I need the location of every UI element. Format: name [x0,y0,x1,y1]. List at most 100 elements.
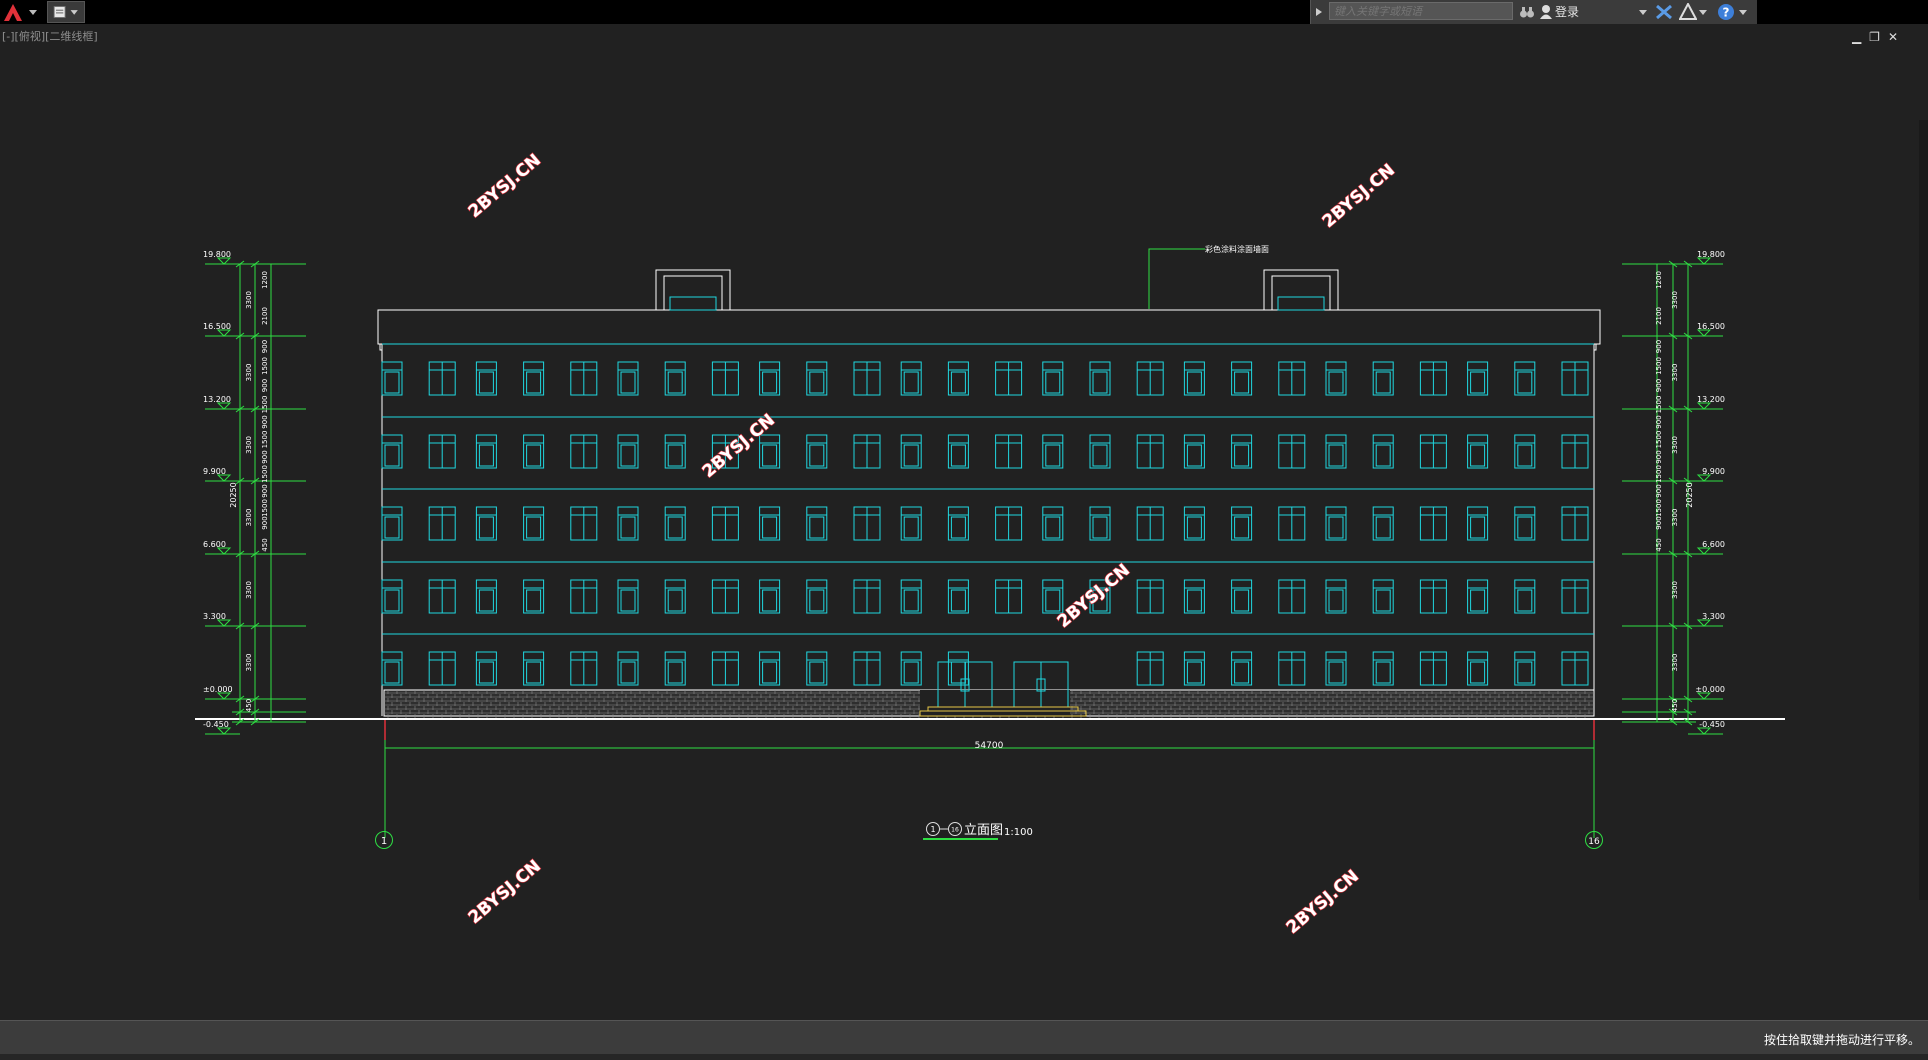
detail-dim: 900 [1655,340,1663,353]
window [1278,579,1306,614]
chevron-down-icon[interactable] [1639,10,1647,16]
window [806,506,828,541]
window [1183,434,1205,469]
detail-dim: 900 [1655,484,1663,497]
detail-dim: 1500 [1655,499,1663,517]
detail-dim: 900 [261,379,269,392]
window [1419,579,1447,614]
detail-dim: 1500 [1655,431,1663,449]
drawing-canvas[interactable]: 彩色涂料涂面墙面 19.800 16.500 13.200 9.900 6.600 3.3… [0,24,1928,1020]
window [1042,579,1064,614]
watermark-text: 2BYSJ.CN [699,410,779,482]
detail-dim: 900 [261,516,269,529]
window [381,579,403,614]
corner-left [379,343,383,351]
window [806,434,828,469]
window [759,434,781,469]
window [759,651,781,686]
bottom-strip [0,1054,1928,1060]
window [1467,434,1489,469]
window [428,434,456,469]
elevation-label: 19.800 [1697,250,1725,259]
detail-dim: 2100 [261,307,269,325]
chevron-down-icon[interactable] [1739,10,1747,16]
elevation-label: 6.600 [1702,540,1725,549]
login-label[interactable]: 登录 [1555,3,1579,20]
quick-access-file-icon[interactable] [47,1,85,23]
window [1561,506,1589,541]
window [1136,361,1164,396]
window [1231,579,1253,614]
total-height-dim: 20250 [229,482,238,507]
binoculars-icon[interactable] [1519,4,1535,20]
window [806,579,828,614]
window [617,361,639,396]
window [475,651,497,686]
window [381,506,403,541]
elevation-drawing: 彩色涂料涂面墙面 [195,244,1785,720]
title-axis-start: 1 [930,825,935,834]
expand-arrow-icon[interactable] [1315,7,1323,17]
window [1136,506,1164,541]
window [759,579,781,614]
window [1419,434,1447,469]
window [1561,651,1589,686]
window [664,651,686,686]
detail-dim: 1500 [1655,357,1663,375]
window [1278,651,1306,686]
detail-dim: 900 [261,484,269,497]
elevation-label: 16.500 [203,322,231,331]
window [1089,361,1111,396]
window [664,434,686,469]
leader-line [1148,248,1205,309]
chevron-down-icon[interactable] [1699,10,1707,16]
drawing-title: 1 16 立面图 1:100 [923,822,1033,840]
window [853,434,881,469]
palette-edge[interactable] [1919,120,1928,900]
autocad-logo-icon[interactable] [2,1,40,23]
detail-dim: 1500 [261,396,269,414]
storey-dim: 3300 [1671,581,1679,599]
window [1419,506,1447,541]
parapet [377,309,1601,345]
storey-dim: 3300 [1671,436,1679,454]
elevation-label: -0.450 [203,720,229,729]
window [947,434,969,469]
window [475,434,497,469]
window [947,361,969,396]
window [428,506,456,541]
storey-dim: 3300 [245,364,253,382]
window [523,651,545,686]
user-icon[interactable] [1539,4,1553,20]
window [1231,434,1253,469]
title-bar: 登录 ? [0,0,1928,24]
window [570,506,598,541]
autodesk-connect-icon[interactable] [1679,3,1697,21]
search-input[interactable] [1329,2,1513,20]
window [617,579,639,614]
window [1467,361,1489,396]
window [1372,361,1394,396]
window [1419,361,1447,396]
total-height-dim: 20250 [1685,482,1694,507]
window [1561,579,1589,614]
window [1231,651,1253,686]
window [428,651,456,686]
detail-dim: 450 [1655,538,1663,551]
help-icon[interactable]: ? [1717,3,1735,21]
window [759,506,781,541]
window [711,361,739,396]
drawing-scale: 1:100 [1004,827,1033,838]
storey-dim: 450 [245,699,253,712]
window [1467,651,1489,686]
storey-dim: 3300 [245,581,253,599]
detail-dim: 1500 [1655,465,1663,483]
watermark-text: 2BYSJ.CN [465,150,545,222]
window [664,579,686,614]
entrance-gap [920,690,1070,716]
window [1514,361,1536,396]
window [523,434,545,469]
window [995,361,1023,396]
exchange-apps-icon[interactable] [1655,4,1673,20]
elevation-label: 16.500 [1697,322,1725,331]
